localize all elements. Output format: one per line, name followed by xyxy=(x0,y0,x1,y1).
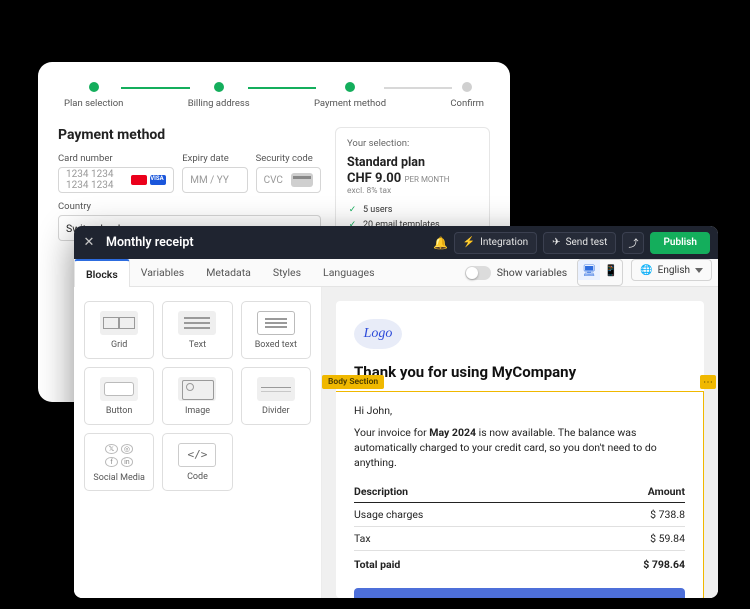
mobile-icon[interactable]: 📱 xyxy=(600,260,622,280)
order-summary: Your selection: Standard plan CHF 9.00 P… xyxy=(335,127,490,241)
stepper: Plan selection Billing address Payment m… xyxy=(58,82,490,127)
section-label[interactable]: Body Section xyxy=(322,375,384,389)
invoice-table[interactable]: DescriptionAmount Usage charges$ 738.8 T… xyxy=(354,481,685,576)
expiry-label: Expiry date xyxy=(182,153,247,164)
tab-metadata[interactable]: Metadata xyxy=(195,259,262,286)
body-section[interactable]: + Hi John, Your invoice for May 2024 is … xyxy=(336,391,704,598)
card-number-label: Card number xyxy=(58,153,174,164)
card-back-icon xyxy=(291,173,313,187)
share-button[interactable]: ⤴ xyxy=(622,232,644,254)
editor-window: ✕ Monthly receipt 🔔 ⚡Integration ✈Send t… xyxy=(74,226,718,598)
invoice-paragraph[interactable]: Your invoice for May 2024 is now availab… xyxy=(354,425,685,471)
share-icon: ⤴ xyxy=(628,235,638,250)
bolt-icon: ⚡ xyxy=(463,237,475,248)
language-select[interactable]: 🌐English xyxy=(631,259,712,281)
publish-button[interactable]: Publish xyxy=(650,232,710,254)
cvc-input[interactable]: CVC xyxy=(256,167,321,193)
send-test-button[interactable]: ✈Send test xyxy=(543,232,616,254)
view-invoice-button[interactable]: View invoice xyxy=(354,588,685,598)
show-variables-toggle[interactable] xyxy=(465,266,491,280)
tab-styles[interactable]: Styles xyxy=(262,259,312,286)
block-image[interactable]: Image xyxy=(162,367,232,425)
email-heading[interactable]: Thank you for using MyCompany xyxy=(354,363,686,381)
step-payment[interactable]: Payment method xyxy=(314,82,386,109)
section-menu-icon[interactable]: ⋯ xyxy=(700,375,716,389)
integration-button[interactable]: ⚡Integration xyxy=(454,232,537,254)
block-grid[interactable]: Grid xyxy=(84,301,154,359)
check-icon: ✓ xyxy=(347,204,358,215)
tab-variables[interactable]: Variables xyxy=(130,259,195,286)
block-button[interactable]: Button xyxy=(84,367,154,425)
table-row: Usage charges$ 738.8 xyxy=(354,502,685,526)
globe-icon: 🌐 xyxy=(640,265,652,276)
block-social[interactable]: 𝕏◎finSocial Media xyxy=(84,433,154,491)
window-title: Monthly receipt xyxy=(106,235,194,250)
chevron-down-icon xyxy=(695,268,703,273)
send-icon: ✈ xyxy=(552,237,560,248)
logo-placeholder[interactable]: Logo xyxy=(354,319,402,349)
block-boxed-text[interactable]: Boxed text xyxy=(241,301,311,359)
visa-icon: VISA xyxy=(150,175,166,185)
table-total-row: Total paid$ 798.64 xyxy=(354,550,685,576)
card-number-input[interactable]: 1234 1234 1234 1234 VISA xyxy=(58,167,174,193)
tab-languages[interactable]: Languages xyxy=(312,259,385,286)
tab-bar: Blocks Variables Metadata Styles Languag… xyxy=(74,259,718,287)
mastercard-icon xyxy=(131,175,147,185)
desktop-icon[interactable]: 🖥 xyxy=(578,260,600,280)
device-switcher: 🖥 📱 xyxy=(577,259,623,286)
email-preview: Logo Thank you for using MyCompany + Hi … xyxy=(336,301,704,598)
block-text[interactable]: Text xyxy=(162,301,232,359)
tab-blocks[interactable]: Blocks xyxy=(74,259,130,287)
country-label: Country xyxy=(58,201,321,212)
titlebar: ✕ Monthly receipt 🔔 ⚡Integration ✈Send t… xyxy=(74,226,718,259)
greeting[interactable]: Hi John, xyxy=(354,404,685,417)
email-canvas: Body Section ⋯ Logo Thank you for using … xyxy=(322,287,718,598)
payment-title: Payment method xyxy=(58,127,321,143)
bell-icon[interactable]: 🔔 xyxy=(434,236,448,250)
cvc-label: Security code xyxy=(256,153,321,164)
table-row: Tax$ 59.84 xyxy=(354,526,685,550)
show-variables-label: Show variables xyxy=(497,266,567,279)
block-palette: Grid Text Boxed text Button Image Divide… xyxy=(74,287,322,598)
step-billing[interactable]: Billing address xyxy=(188,82,250,109)
block-divider[interactable]: Divider xyxy=(241,367,311,425)
expiry-input[interactable]: MM / YY xyxy=(182,167,247,193)
step-confirm[interactable]: Confirm xyxy=(450,82,484,109)
block-code[interactable]: </>Code xyxy=(162,433,232,491)
step-plan[interactable]: Plan selection xyxy=(64,82,123,109)
close-icon[interactable]: ✕ xyxy=(82,236,96,250)
